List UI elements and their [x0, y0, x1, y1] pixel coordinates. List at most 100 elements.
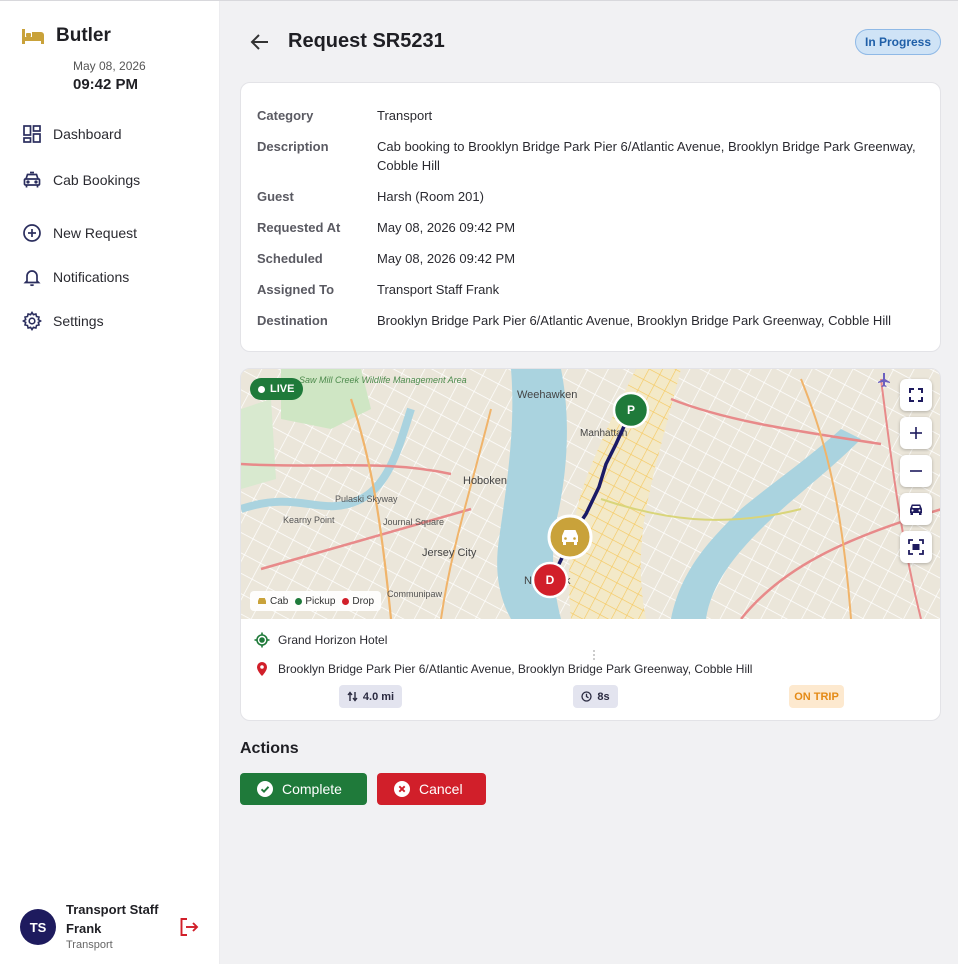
x-circle-icon [394, 781, 410, 797]
plus-icon [910, 427, 922, 439]
nav-notifications[interactable]: Notifications [20, 264, 129, 290]
location-target-icon [254, 632, 270, 648]
drop-dot-icon [342, 597, 350, 605]
legend-pickup: Pickup [295, 596, 335, 607]
logout-icon[interactable] [178, 916, 200, 938]
car-icon [20, 168, 44, 192]
detail-label: Guest [257, 189, 294, 204]
complete-button-label: Complete [282, 781, 342, 797]
trip-origin: Grand Horizon Hotel [254, 630, 387, 650]
legend-drop: Drop [342, 596, 374, 607]
detail-value: May 08, 2026 09:42 PM [377, 251, 516, 266]
bed-icon [22, 29, 44, 44]
live-label: LIVE [270, 383, 295, 395]
clock-icon [581, 691, 593, 702]
current-time: 09:42 PM [73, 76, 139, 93]
zoom-in-button[interactable] [900, 417, 932, 449]
fullscreen-button[interactable] [900, 379, 932, 411]
sidebar: Butler May 08, 2026 09:42 PM Dashboard C… [0, 0, 220, 964]
status-badge: In Progress [855, 29, 941, 55]
distance-chip: 4.0 mi [339, 685, 402, 708]
trip-status-chip: ON TRIP [789, 685, 844, 708]
request-details-card: Category Transport Description Cab booki… [240, 82, 941, 352]
detail-value: Cab booking to Brooklyn Bridge Park Pier… [377, 139, 916, 173]
trip-origin-text: Grand Horizon Hotel [278, 633, 388, 647]
drop-marker-label: D [546, 573, 555, 587]
map-label-communipaw: Communipaw [387, 589, 443, 599]
map-label-weehawken: Weehawken [517, 389, 577, 401]
brand: Butler [20, 24, 111, 48]
detail-value: Brooklyn Bridge Park Pier 6/Atlantic Ave… [377, 313, 891, 328]
gear-icon [20, 309, 44, 333]
zoom-out-button[interactable] [900, 455, 932, 487]
legend-cab: Cab [257, 596, 288, 607]
map-label-jersey-city: Jersey City [422, 547, 477, 559]
detail-label: Requested At [257, 220, 341, 235]
cancel-button-label: Cancel [419, 781, 463, 797]
detail-value: Transport Staff Frank [377, 282, 500, 297]
nav-cab-bookings[interactable]: Cab Bookings [20, 167, 140, 193]
eta-chip: 8s [573, 685, 618, 708]
back-arrow-icon[interactable] [248, 30, 272, 54]
drop-marker[interactable]: D [531, 561, 569, 599]
fit-bounds-button[interactable] [900, 531, 932, 563]
live-dot-icon [258, 385, 265, 393]
nav-label: New Request [53, 225, 138, 241]
legend-pickup-label: Pickup [305, 595, 336, 607]
bell-icon [20, 265, 44, 289]
map-label-journal-square: Journal Square [383, 517, 444, 527]
route-icon [347, 691, 358, 702]
check-circle-icon [257, 781, 273, 797]
cancel-button[interactable]: Cancel [377, 773, 486, 805]
detail-value: Transport [377, 108, 433, 123]
nav-label: Cab Bookings [53, 172, 141, 188]
fullscreen-icon [909, 388, 923, 402]
car-icon [258, 597, 266, 604]
live-badge: LIVE [250, 378, 304, 400]
car-icon [910, 504, 922, 515]
dashboard-icon [20, 122, 44, 146]
distance-value: 4.0 mi [362, 690, 395, 703]
trip-destination-text: Brooklyn Bridge Park Pier 6/Atlantic Ave… [278, 662, 753, 676]
current-date: May 08, 2026 [73, 59, 146, 73]
map-label-wildlife-area: Saw Mill Creek Wildlife Management Area [299, 375, 467, 385]
pickup-marker-label: P [627, 403, 635, 417]
trip-destination: Brooklyn Bridge Park Pier 6/Atlantic Ave… [254, 659, 752, 679]
detail-value: May 08, 2026 09:42 PM [377, 220, 516, 235]
avatar: TS [20, 909, 56, 945]
nav-label: Dashboard [53, 126, 122, 142]
detail-label: Assigned To [257, 282, 335, 297]
detail-label: Scheduled [257, 251, 323, 266]
nav-new-request[interactable]: New Request [20, 220, 137, 246]
top-border [0, 0, 958, 1]
pickup-marker[interactable]: P [612, 391, 650, 429]
nav-label: Settings [53, 313, 104, 329]
detail-value: Harsh (Room 201) [377, 189, 484, 204]
nav-dashboard[interactable]: Dashboard [20, 121, 122, 147]
page-title: Request SR5231 [288, 30, 445, 52]
detail-label: Description [257, 139, 329, 154]
legend-drop-label: Drop [352, 595, 375, 607]
fit-bounds-icon [908, 539, 924, 555]
detail-label: Destination [257, 313, 328, 328]
pickup-dot-icon [295, 597, 303, 605]
nav-settings[interactable]: Settings [20, 308, 104, 334]
user-profile: TS Transport Staff Frank Transport [20, 900, 210, 952]
nav-label: Notifications [53, 269, 130, 285]
legend-cab-label: Cab [270, 595, 289, 607]
user-name: Transport Staff Frank [66, 902, 159, 936]
focus-cab-button[interactable] [900, 493, 932, 525]
user-role: Transport [66, 939, 113, 951]
cab-marker[interactable] [547, 514, 593, 560]
actions-heading: Actions [240, 740, 299, 757]
detail-label: Category [257, 108, 314, 123]
complete-button[interactable]: Complete [240, 773, 367, 805]
plus-circle-icon [20, 221, 44, 245]
live-map[interactable]: Weehawken Manhattan Hoboken Jersey City … [241, 369, 941, 619]
live-map-card: Weehawken Manhattan Hoboken Jersey City … [240, 368, 941, 721]
eta-value: 8s [597, 690, 610, 703]
map-label-hoboken: Hoboken [463, 475, 507, 487]
map-legend: Cab Pickup Drop [250, 591, 382, 611]
brand-name: Butler [56, 25, 111, 46]
minus-icon [910, 470, 922, 472]
